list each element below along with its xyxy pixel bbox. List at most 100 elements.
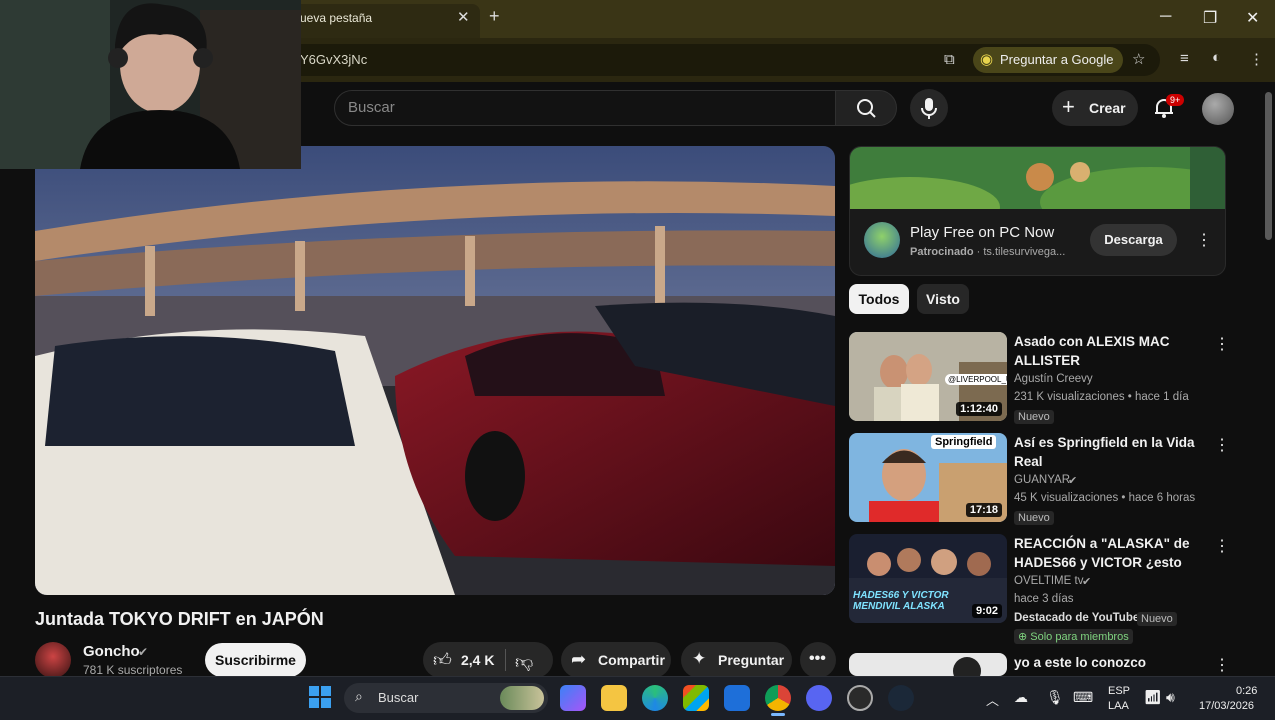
rec-menu-icon[interactable]: ⋮ bbox=[1214, 435, 1230, 455]
taskbar-search-label: Buscar bbox=[378, 690, 419, 705]
like-icon[interactable]: 👍︎ bbox=[433, 649, 452, 671]
video-frame bbox=[35, 146, 835, 595]
channel-name[interactable]: Goncho bbox=[83, 643, 140, 660]
clock-date[interactable]: 17/03/2026 bbox=[1199, 700, 1254, 712]
reading-list-icon[interactable]: ≡ bbox=[1180, 50, 1189, 67]
featured-label: Destacado de YouTube bbox=[1014, 612, 1140, 624]
menu-dots-icon[interactable]: ⋮ bbox=[1249, 50, 1264, 68]
ask-label: Preguntar bbox=[718, 652, 785, 668]
file-explorer-icon[interactable] bbox=[601, 685, 627, 711]
ad-menu-icon[interactable]: ⋮ bbox=[1196, 230, 1212, 250]
bookmark-star-icon[interactable]: ☆ bbox=[1132, 50, 1145, 68]
ad-title[interactable]: Play Free on PC Now bbox=[910, 224, 1054, 241]
create-label: Crear bbox=[1089, 100, 1126, 116]
mail-icon[interactable] bbox=[724, 685, 750, 711]
install-app-icon[interactable]: ⧉ bbox=[944, 51, 955, 68]
chrome-icon[interactable] bbox=[765, 685, 791, 711]
search-button[interactable] bbox=[835, 90, 897, 126]
rec-title[interactable]: Así es Springfield en la Vida Real bbox=[1014, 433, 1204, 471]
new-tab-icon[interactable]: + bbox=[489, 6, 500, 27]
voice-search-button[interactable] bbox=[910, 89, 948, 127]
ad-domain: ts.tilesurvivega... bbox=[983, 246, 1066, 258]
taskbar-search-icon: ⌕ bbox=[355, 688, 363, 704]
chip-visto[interactable]: Visto bbox=[917, 284, 969, 314]
steam-icon[interactable] bbox=[888, 685, 914, 711]
thumbnail[interactable] bbox=[849, 653, 1007, 676]
duration: 9:02 bbox=[971, 604, 1002, 618]
channel-avatar[interactable] bbox=[35, 642, 71, 678]
members-icon: ⊕ bbox=[1018, 631, 1031, 643]
video-player[interactable] bbox=[35, 146, 835, 595]
ad-sponsor: Patrocinado · ts.tilesurvivega... bbox=[910, 246, 1066, 258]
thumbnail[interactable]: HADES66 Y VICTOR MENDIVIL ALASKA 9:02 bbox=[849, 534, 1007, 623]
thumbnail-image bbox=[953, 657, 981, 676]
maximize-icon[interactable]: ❐ bbox=[1203, 8, 1217, 28]
url-text[interactable]: Y6GvX3jNc bbox=[300, 52, 367, 67]
thumbnail[interactable]: Springfield 17:18 bbox=[849, 433, 1007, 522]
rec-channel[interactable]: GUANYAR bbox=[1014, 474, 1070, 486]
store-icon[interactable] bbox=[683, 685, 709, 711]
plus-icon: + bbox=[1062, 94, 1075, 119]
avatar[interactable] bbox=[1202, 93, 1234, 125]
ask-google-label: Preguntar a Google bbox=[1000, 52, 1114, 67]
verified-icon: ✔ bbox=[1082, 576, 1092, 588]
rec-title[interactable]: Asado con ALEXIS MAC ALLISTER bbox=[1014, 332, 1204, 370]
members-only-badge: ⊕ Solo para miembros bbox=[1014, 629, 1133, 644]
ad-logo bbox=[864, 222, 900, 258]
copilot-app-icon[interactable] bbox=[560, 685, 586, 711]
thumbnail[interactable]: @LIVERPOOL_UK 1:12:40 bbox=[849, 332, 1007, 421]
tray-overflow-icon[interactable]: ︿ bbox=[986, 690, 999, 709]
subscribe-button[interactable]: Suscribirme bbox=[205, 643, 306, 677]
dislike-icon[interactable]: 👎︎ bbox=[515, 651, 533, 673]
volume-icon[interactable]: 🔊︎ bbox=[1166, 689, 1175, 706]
active-app-indicator bbox=[771, 713, 785, 716]
sparkle-icon: ✦ bbox=[692, 649, 707, 668]
minimize-icon[interactable]: ─ bbox=[1160, 8, 1171, 26]
verified-icon: ✔ bbox=[1068, 475, 1078, 487]
obs-icon[interactable] bbox=[847, 685, 873, 711]
members-only-label: Solo para miembros bbox=[1030, 631, 1129, 643]
new-badge: Nuevo bbox=[1014, 410, 1054, 424]
video-title: Juntada TOKYO DRIFT en JAPÓN bbox=[35, 609, 324, 629]
tab-title: ueva pestaña bbox=[300, 11, 373, 25]
rec-channel[interactable]: OVELTIME tv bbox=[1014, 575, 1083, 587]
language-layout[interactable]: LAA bbox=[1108, 700, 1129, 712]
duration: 17:18 bbox=[965, 503, 1002, 517]
language-indicator[interactable]: ESP bbox=[1108, 685, 1130, 697]
tab-close-icon[interactable]: ✕ bbox=[457, 8, 470, 26]
rec-menu-icon[interactable]: ⋮ bbox=[1214, 655, 1230, 675]
search-input[interactable] bbox=[334, 90, 836, 126]
discord-icon[interactable] bbox=[806, 685, 832, 711]
webcam-feed bbox=[0, 0, 301, 169]
rec-meta: 231 K visualizaciones • hace 1 día bbox=[1014, 391, 1189, 403]
rec-meta: hace 3 días bbox=[1014, 593, 1074, 605]
lens-icon: ◉ bbox=[980, 51, 994, 68]
thumbnail-caption: Springfield bbox=[931, 435, 997, 449]
keyboard-icon[interactable]: ⌨ bbox=[1073, 689, 1093, 706]
onedrive-icon[interactable]: ☁ bbox=[1014, 689, 1028, 706]
new-badge: Nuevo bbox=[1014, 511, 1054, 525]
chip-todos[interactable]: Todos bbox=[849, 284, 909, 314]
close-window-icon[interactable]: ✕ bbox=[1246, 8, 1259, 28]
thumbnail-caption: @LIVERPOOL_UK bbox=[945, 374, 1007, 385]
rec-menu-icon[interactable]: ⋮ bbox=[1214, 536, 1230, 556]
scrollbar-thumb[interactable] bbox=[1265, 92, 1272, 240]
search-highlight-image bbox=[500, 686, 544, 710]
webcam-overlay bbox=[0, 0, 301, 169]
notification-badge: 9+ bbox=[1166, 94, 1185, 106]
profile-icon[interactable]: ◐ bbox=[1212, 49, 1221, 66]
wifi-icon[interactable]: 📶︎ bbox=[1144, 689, 1162, 706]
share-icon: ➦ bbox=[571, 649, 587, 669]
edge-browser-icon[interactable] bbox=[642, 685, 668, 711]
like-count[interactable]: 2,4 K bbox=[461, 652, 494, 668]
rec-channel[interactable]: Agustín Creevy bbox=[1014, 373, 1093, 385]
thumbnail-caption: HADES66 Y VICTOR MENDIVIL ALASKA bbox=[853, 590, 949, 612]
clock-time[interactable]: 0:26 bbox=[1236, 685, 1257, 697]
rec-title[interactable]: yo a este lo conozco bbox=[1014, 653, 1204, 672]
mic-tray-icon[interactable]: 🎙︎ bbox=[1046, 689, 1064, 706]
ad-download-button[interactable]: Descarga bbox=[1090, 224, 1177, 256]
windows-start-icon[interactable] bbox=[309, 686, 331, 708]
rec-menu-icon[interactable]: ⋮ bbox=[1214, 334, 1230, 354]
search-icon bbox=[857, 99, 876, 118]
rec-title[interactable]: REACCIÓN a "ALASKA" de HADES66 y VICTOR … bbox=[1014, 534, 1204, 572]
